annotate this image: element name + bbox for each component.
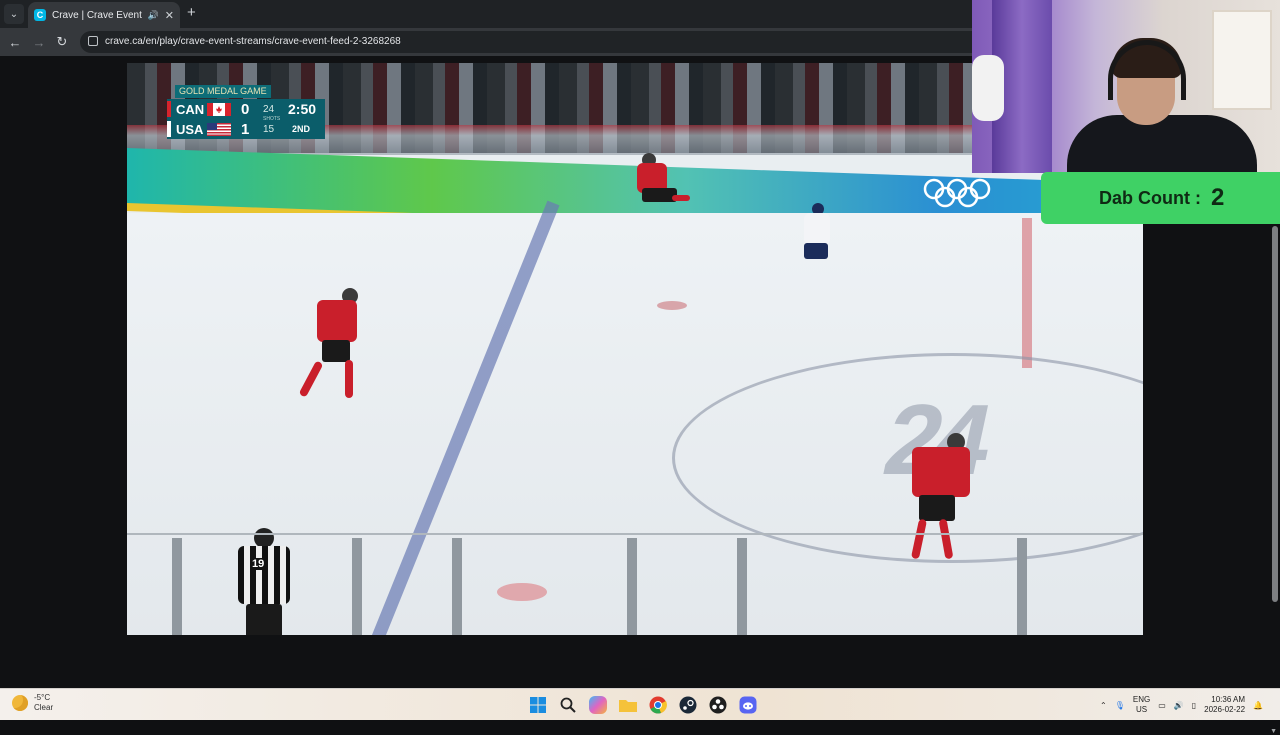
game-period: 2ND (292, 124, 311, 134)
tab-crave[interactable]: C Crave | Crave Event Streams 🔊 ✕ (28, 2, 180, 28)
team-shots: 24 (263, 104, 275, 115)
dab-count-value: 2 (1210, 184, 1225, 211)
team-shots: 15 (263, 124, 275, 135)
center-red-line (1022, 218, 1032, 368)
olympic-rings-icon (923, 178, 991, 208)
steam-icon[interactable] (677, 694, 699, 716)
scorebug-title: GOLD MEDAL GAME (175, 85, 271, 98)
streamer-shirt (1067, 115, 1257, 173)
language-indicator[interactable]: ENG US (1133, 695, 1150, 715)
weather-widget[interactable]: -5°C Clear (12, 693, 53, 713)
moon-icon (12, 695, 28, 711)
windows-taskbar: -5°C Clear ⌃ 🎙 ENG US ▭ 🔊 ▯ 10:36 AM 202… (0, 688, 1280, 720)
dab-count-overlay: Dab Count : 2 (1041, 172, 1280, 224)
glass-post (737, 538, 747, 635)
game-clock: 2:50 (288, 101, 317, 117)
scorebug: GOLD MEDAL GAME CAN 0 24 2:50 SHOTS USA (167, 85, 325, 139)
reload-icon[interactable]: ↻ (53, 33, 71, 51)
player-canada-9 (287, 288, 377, 408)
url-text[interactable]: crave.ca/en/play/crave-event-streams/cra… (105, 36, 401, 47)
site-info-icon[interactable] (88, 36, 98, 46)
clock-time: 10:36 AM (1211, 695, 1246, 704)
door (1212, 10, 1272, 110)
system-clock[interactable]: 10:36 AM 2026-02-22 (1204, 695, 1245, 715)
team-abbr: CAN (176, 102, 205, 117)
scroll-down-icon[interactable]: ▼ (1270, 728, 1277, 735)
chevron-up-icon[interactable]: ⌃ (1100, 701, 1107, 710)
clock-date: 2026-02-22 (1204, 705, 1246, 714)
volume-icon[interactable]: 🔊 (1174, 701, 1184, 710)
forward-arrow-icon[interactable]: → (30, 33, 48, 51)
region-code: US (1135, 705, 1148, 714)
scorebug-panel: CAN 0 24 2:50 SHOTS USA 1 15 2ND (167, 99, 325, 139)
crave-favicon-icon: C (34, 9, 46, 21)
scorebug-row-can: CAN 0 24 2:50 (167, 99, 325, 119)
weather-temperature: -5°C (34, 693, 51, 702)
start-icon[interactable] (527, 694, 549, 716)
player-canada-skating (627, 153, 707, 228)
new-tab-plus-icon[interactable]: + (187, 5, 196, 21)
canada-flag-icon (207, 103, 231, 116)
notification-bell-icon[interactable]: 🔔 (1253, 701, 1263, 710)
team-accent (167, 121, 171, 137)
glass-post (452, 538, 462, 635)
taskbar-apps (527, 694, 759, 716)
tab-title: Crave | Crave Event Streams (52, 9, 142, 21)
microphone-icon[interactable]: 🎙 (1115, 701, 1125, 710)
network-icon[interactable]: ▭ (1158, 701, 1166, 710)
page-scrollbar[interactable] (1272, 226, 1278, 602)
player-usa-skating (792, 203, 842, 283)
speaker-icon[interactable]: 🔊 (148, 10, 159, 21)
team-abbr: USA (176, 122, 204, 137)
team-accent (167, 101, 171, 117)
glass-post (172, 538, 182, 635)
system-tray: ⌃ 🎙 ENG US ▭ 🔊 ▯ 10:36 AM 2026-02-22 🔔 (1100, 695, 1263, 715)
faceoff-dot (657, 301, 687, 310)
team-score: 1 (241, 121, 250, 138)
search-icon[interactable] (557, 694, 579, 716)
microphone (972, 55, 1004, 121)
glass-post (352, 538, 362, 635)
weather-condition: Clear (34, 703, 54, 712)
chrome-icon[interactable] (647, 694, 669, 716)
battery-icon[interactable]: ▯ (1192, 701, 1196, 710)
scorebug-row-usa: USA 1 15 2ND (167, 119, 325, 139)
webcam-overlay (972, 0, 1280, 173)
usa-flag-icon (207, 123, 231, 136)
dab-count-label: Dab Count : (1099, 187, 1201, 208)
back-arrow-icon[interactable]: ← (6, 33, 24, 51)
tab-search-chevron-icon[interactable]: ⌄ (4, 4, 24, 24)
language-code: ENG (1132, 695, 1151, 704)
glass-post (627, 538, 637, 635)
discord-icon[interactable] (737, 694, 759, 716)
file-explorer-icon[interactable] (617, 694, 639, 716)
team-score: 0 (241, 101, 250, 118)
obs-icon[interactable] (707, 694, 729, 716)
broadcast-camera (1017, 538, 1027, 635)
close-icon[interactable]: ✕ (165, 9, 174, 22)
copilot-icon[interactable] (589, 696, 607, 714)
